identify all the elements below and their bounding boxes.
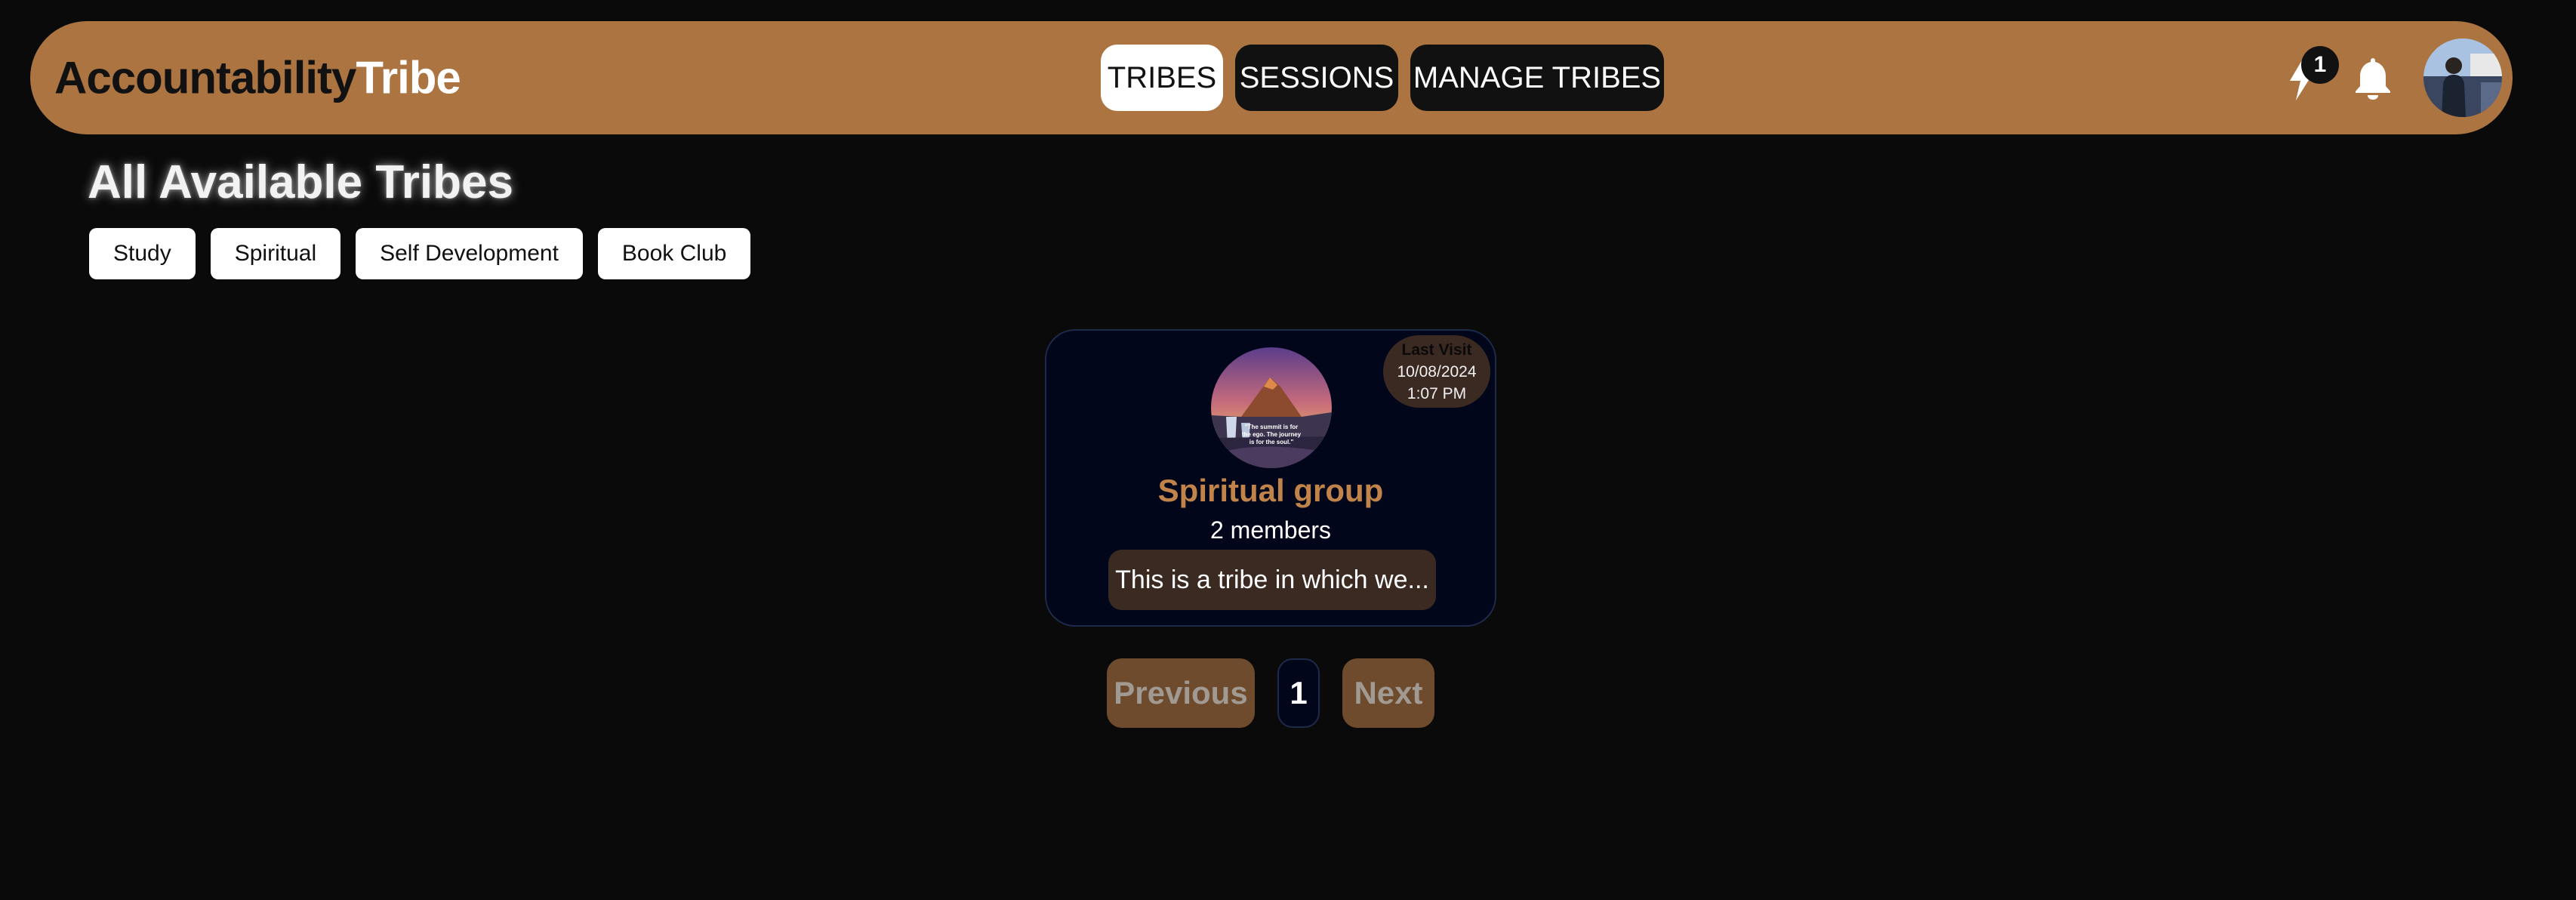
svg-text:is for the soul.": is for the soul." (1249, 439, 1294, 445)
category-spiritual-button[interactable]: Spiritual (210, 228, 341, 279)
svg-text:"The summit is for: "The summit is for (1245, 424, 1298, 430)
last-visit-time: 1:07 PM (1407, 384, 1467, 402)
category-book-club-button[interactable]: Book Club (597, 228, 751, 279)
tribe-name: Spiritual group (1157, 473, 1384, 508)
category-self-development-button[interactable]: Self Development (356, 228, 583, 279)
page-title: All Available Tribes (88, 156, 513, 208)
current-page-button[interactable]: 1 (1277, 658, 1320, 728)
nav-tab-manage-tribes[interactable]: MANAGE TRIBES (1410, 45, 1664, 111)
last-visit-badge: Last Visit 10/08/2024 1:07 PM (1383, 335, 1490, 408)
tribe-image: "The summit is for the ego. The journey … (1211, 347, 1332, 468)
last-visit-date: 10/08/2024 (1397, 362, 1477, 381)
nav-tab-tribes[interactable]: TRIBES (1101, 45, 1223, 111)
previous-page-button[interactable]: Previous (1107, 658, 1255, 728)
brand-text-tribe: Tribe (356, 52, 461, 103)
notifications-button[interactable] (2353, 54, 2393, 102)
last-visit-label: Last Visit (1401, 341, 1472, 359)
tribe-card[interactable]: Last Visit 10/08/2024 1:07 PM "The summi… (1045, 329, 1496, 627)
streak-count-badge: 1 (2301, 46, 2339, 84)
header-actions: 1 (2282, 39, 2502, 117)
category-filters: Study Spiritual Self Development Book Cl… (89, 228, 751, 279)
bell-icon (2356, 58, 2390, 100)
brand-text-accountability: Accountability (54, 52, 356, 103)
tribe-members-count: 2 members (1209, 516, 1332, 544)
main-nav: TRIBES SESSIONS MANAGE TRIBES (1101, 45, 1664, 111)
next-page-button[interactable]: Next (1342, 658, 1434, 728)
navbar: AccountabilityTribe TRIBES SESSIONS MANA… (30, 21, 2513, 134)
nav-tab-sessions[interactable]: SESSIONS (1235, 45, 1398, 111)
brand-logo[interactable]: AccountabilityTribe (54, 52, 461, 104)
pagination: Previous 1 Next (1107, 658, 1434, 728)
mountain-waterfall-image: "The summit is for the ego. The journey … (1211, 347, 1332, 468)
svg-text:the ego. The journey: the ego. The journey (1242, 431, 1302, 438)
user-photo (2423, 39, 2502, 117)
streak-button[interactable]: 1 (2282, 46, 2339, 102)
user-avatar[interactable] (2423, 39, 2502, 117)
tribe-description: This is a tribe in which we... (1108, 550, 1436, 610)
category-study-button[interactable]: Study (89, 228, 196, 279)
